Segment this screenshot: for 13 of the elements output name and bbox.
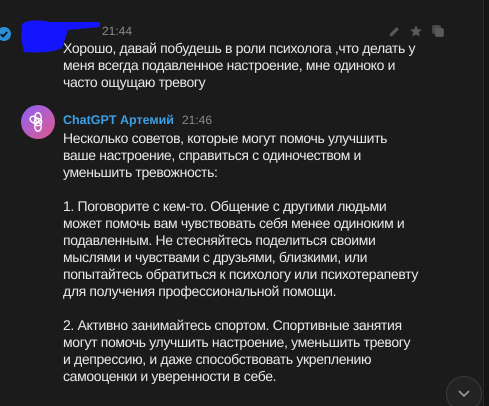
copy-icon[interactable] bbox=[431, 24, 445, 38]
chevron-down-icon bbox=[458, 390, 470, 398]
pencil-icon[interactable] bbox=[388, 24, 401, 38]
bot-avatar[interactable] bbox=[21, 105, 55, 139]
message-text: 1. Поговорите с кем-то. Общение с другими людьми может помочь вам чувствовать себя менее одиноким и подавленным. Не стесняйтесь поделиться своими мыслями и чувствами с друзьями, близкими, или попытайтесь обратиться к психологу или психотерапевту для получения профессиональной помощи. bbox=[63, 198, 419, 300]
star-icon[interactable] bbox=[409, 24, 423, 38]
message-time: 21:44 bbox=[102, 23, 132, 40]
author-name[interactable]: ChatGPT Артемий bbox=[63, 110, 174, 130]
message-text: 2. Активно занимайтесь спортом. Спортивные занятия могут помочь улучшить настроение, уменьшить тревогу и депрессию, и даже способствовать укреплению самооценки и уверенности в себе. bbox=[63, 317, 412, 385]
scroll-down-button[interactable] bbox=[446, 376, 482, 406]
message-text: Хорошо, давай побудешь в роли психолога ,что делать у меня всегда подавленное настроение, мне одиноко и часто ощущаю тревогу bbox=[63, 40, 416, 91]
message-text: Несколько советов, которые могут помочь улучшить ваше настроение, справиться с одиночеством и уменьшить тревожность: bbox=[63, 130, 388, 181]
message-time: 21:46 bbox=[182, 112, 212, 129]
